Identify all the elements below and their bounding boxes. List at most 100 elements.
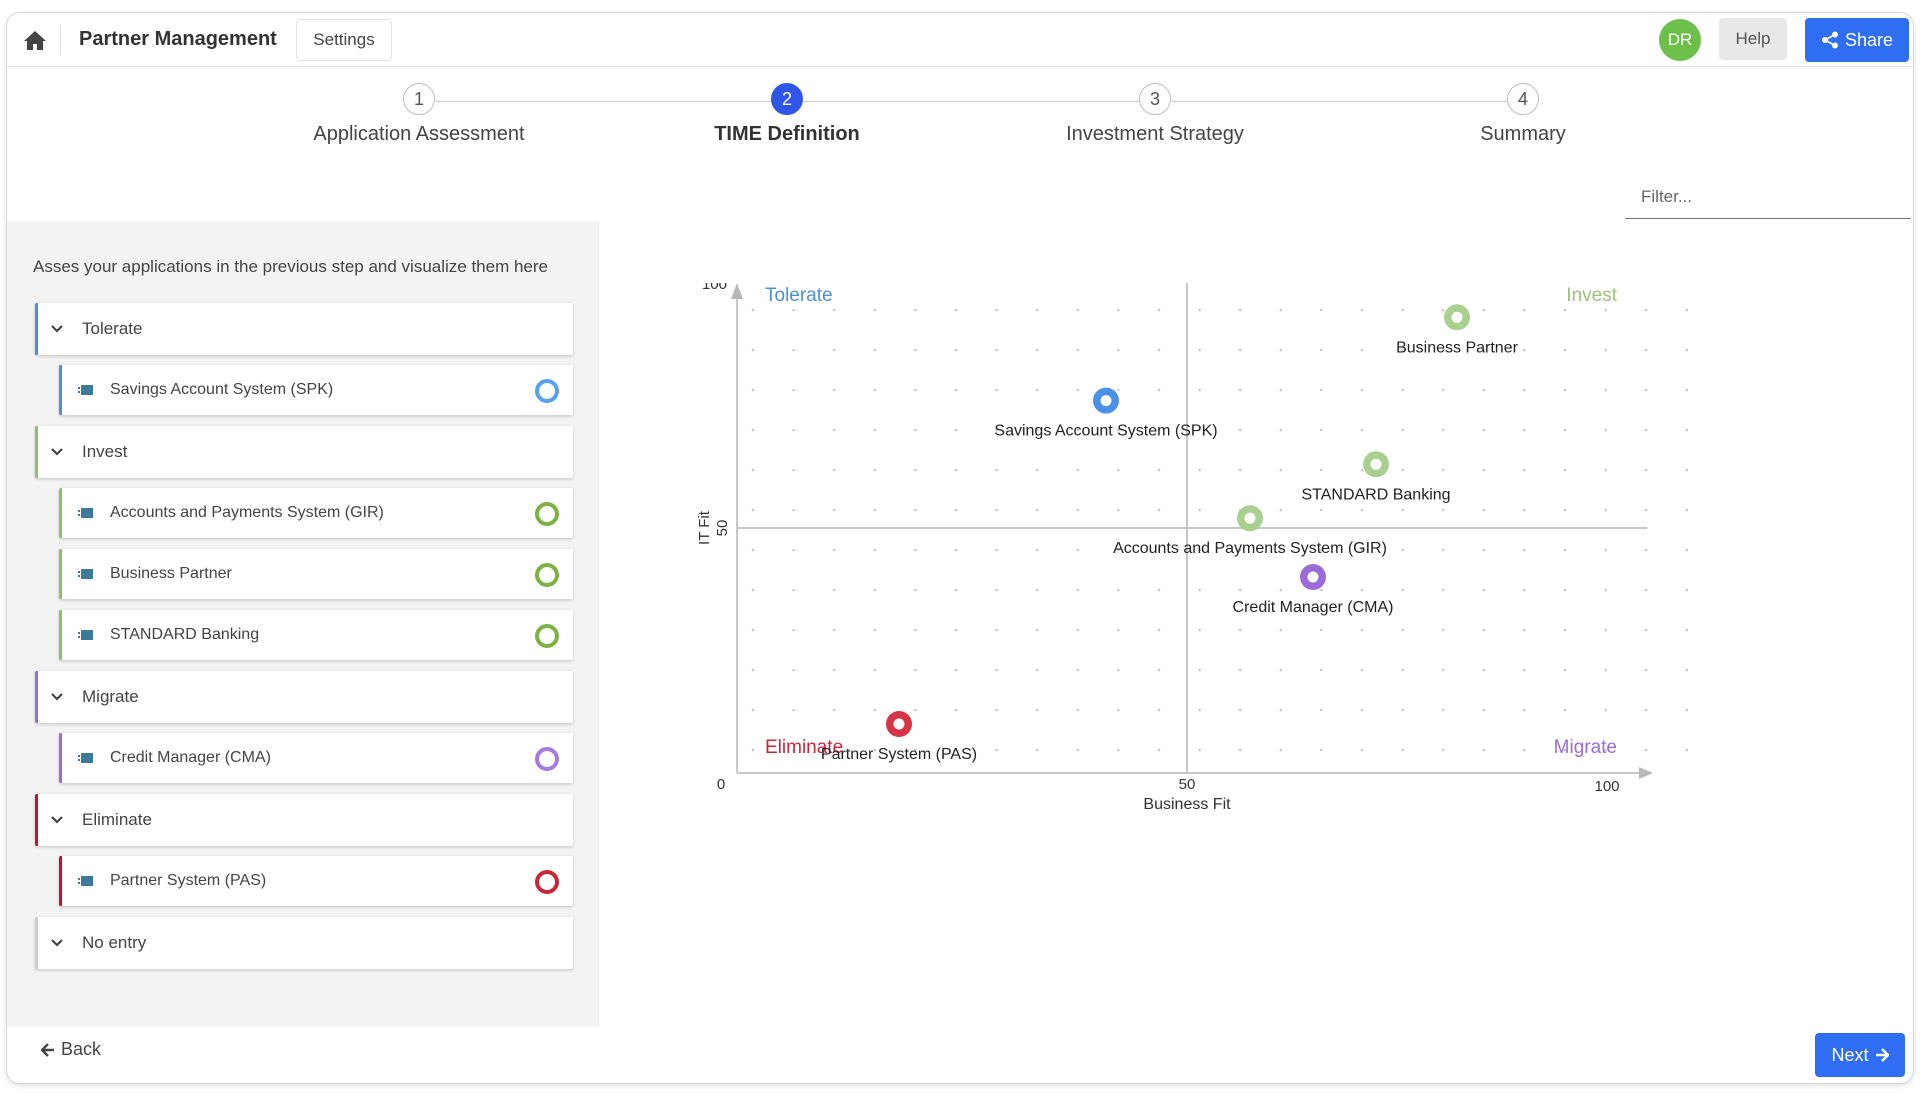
grid-dot xyxy=(1238,628,1242,632)
list-item[interactable]: Business Partner xyxy=(59,549,573,599)
grid-dot xyxy=(1279,588,1283,592)
group-header-migrate[interactable]: Migrate xyxy=(35,671,573,723)
grid-dot xyxy=(1563,668,1567,672)
settings-button[interactable]: Settings xyxy=(296,19,392,61)
grid-dot xyxy=(1035,388,1039,392)
grid-dot xyxy=(751,548,755,552)
grid-dot xyxy=(1523,308,1526,312)
grid-dot xyxy=(1117,628,1120,632)
step-summary[interactable]: 4 Summary xyxy=(1373,83,1673,146)
grid-dot xyxy=(1076,748,1080,752)
grid-dot xyxy=(873,428,877,432)
grid-dot xyxy=(1604,588,1607,592)
step-application-assessment[interactable]: 1 Application Assessment xyxy=(269,83,569,146)
x-tick-label: 50 xyxy=(1179,776,1196,793)
grid-dot xyxy=(1401,308,1404,312)
back-button[interactable]: Back xyxy=(41,1039,101,1060)
grid-dot xyxy=(1401,628,1404,632)
grid-dot xyxy=(1198,708,1201,712)
step-investment-strategy[interactable]: 3 Investment Strategy xyxy=(1005,83,1305,146)
grid-dot xyxy=(1117,348,1120,352)
grid-dot xyxy=(1401,508,1404,512)
grid-dot xyxy=(1117,708,1120,712)
next-button[interactable]: Next xyxy=(1815,1033,1905,1077)
grid-dot xyxy=(1482,628,1486,632)
group-header-no-entry[interactable]: No entry xyxy=(35,917,573,969)
grid-dot xyxy=(1685,468,1689,472)
grid-dot xyxy=(954,348,958,352)
grid-dot xyxy=(1685,348,1689,352)
status-ring-icon xyxy=(535,502,559,526)
group-header-eliminate[interactable]: Eliminate xyxy=(35,794,573,846)
grid-dot xyxy=(751,668,755,672)
step-time-definition[interactable]: 2 TIME Definition xyxy=(637,83,937,146)
data-point-center xyxy=(1370,458,1382,470)
grid-dot xyxy=(1685,588,1689,592)
grid-dot xyxy=(1604,348,1607,352)
grid-dot xyxy=(832,668,836,672)
group-header-tolerate[interactable]: Tolerate xyxy=(35,303,573,355)
grid-dot xyxy=(914,508,917,512)
next-label: Next xyxy=(1831,1044,1869,1065)
grid-dot xyxy=(832,628,836,632)
share-button[interactable]: Share xyxy=(1805,18,1909,62)
group-name: Migrate xyxy=(82,687,139,706)
grid-dot xyxy=(1198,508,1201,512)
step-label: Application Assessment xyxy=(313,123,525,145)
back-label: Back xyxy=(61,1039,102,1059)
grid-dot xyxy=(1157,468,1161,472)
grid-dot xyxy=(954,628,958,632)
grid-dot xyxy=(1482,508,1486,512)
status-ring-icon xyxy=(535,379,559,403)
grid-dot xyxy=(1076,668,1080,672)
grid-dot xyxy=(1482,308,1486,312)
list-item[interactable]: Savings Account System (SPK) xyxy=(59,365,573,415)
grid-dot xyxy=(1604,508,1607,512)
application-icon xyxy=(78,568,94,580)
grid-dot xyxy=(914,668,917,672)
application-name: Credit Manager (CMA) xyxy=(110,749,271,766)
grid-dot xyxy=(1482,428,1486,432)
grid-dot xyxy=(1198,668,1201,672)
group-name: Invest xyxy=(82,442,128,461)
grid-dot xyxy=(1644,508,1648,512)
grid-dot xyxy=(954,388,958,392)
grid-dot xyxy=(1563,388,1567,392)
quadrant-label-tolerate: Tolerate xyxy=(765,285,833,306)
grid-dot xyxy=(995,508,998,512)
grid-dot xyxy=(1157,708,1161,712)
grid-dot xyxy=(1482,548,1486,552)
filter-input[interactable] xyxy=(1625,175,1911,219)
grid-dot xyxy=(914,388,917,392)
help-button[interactable]: Help xyxy=(1719,18,1787,60)
grid-dot xyxy=(995,628,998,632)
grid-dot xyxy=(1320,508,1323,512)
grid-dot xyxy=(1076,588,1080,592)
list-item[interactable]: Partner System (PAS) xyxy=(59,856,573,906)
grid-dot xyxy=(1604,628,1607,632)
avatar[interactable]: DR xyxy=(1659,19,1701,61)
grid-dot xyxy=(1238,748,1242,752)
grid-dot xyxy=(751,748,755,752)
list-item[interactable]: STANDARD Banking xyxy=(59,610,573,660)
grid-dot xyxy=(1523,748,1526,752)
grid-dot xyxy=(1685,428,1689,432)
grid-dot xyxy=(873,348,877,352)
grid-dot xyxy=(914,708,917,712)
grid-dot xyxy=(954,508,958,512)
grid-dot xyxy=(995,388,998,392)
grid-dot xyxy=(1482,748,1486,752)
grid-dot xyxy=(1401,388,1404,392)
list-item[interactable]: Credit Manager (CMA) xyxy=(59,733,573,783)
grid-dot xyxy=(995,548,998,552)
application-icon xyxy=(78,752,94,764)
home-icon[interactable] xyxy=(21,27,49,53)
grid-dot xyxy=(1401,588,1404,592)
list-item[interactable]: Accounts and Payments System (GIR) xyxy=(59,488,573,538)
grid-dot xyxy=(914,308,917,312)
group-header-invest[interactable]: Invest xyxy=(35,426,573,478)
grid-dot xyxy=(832,548,836,552)
application-list-panel: Asses your applications in the previous … xyxy=(7,221,599,1027)
grid-dot xyxy=(995,348,998,352)
time-group-list: Tolerate Savings Account System (SPK) Inve… xyxy=(35,303,573,979)
